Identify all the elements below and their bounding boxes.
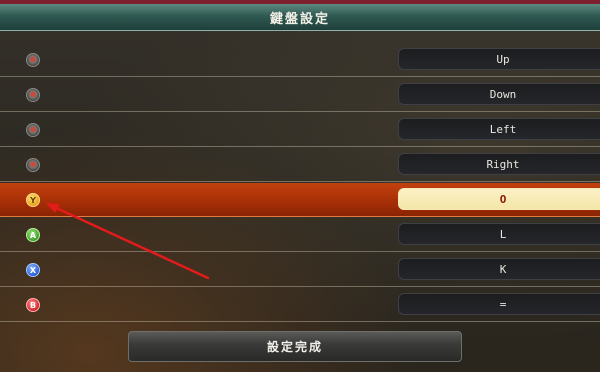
key-field[interactable]: L	[398, 223, 600, 245]
binding-row-y-selected[interactable]: Y O	[0, 183, 600, 217]
binding-row-b[interactable]: B =	[0, 288, 600, 322]
y-button-icon: Y	[26, 193, 40, 207]
binding-row-right[interactable]: Right	[0, 148, 600, 182]
dpad-right-icon	[26, 158, 40, 172]
binding-row-left[interactable]: Left	[0, 113, 600, 147]
binding-row-up[interactable]: Up	[0, 43, 600, 77]
key-field[interactable]: Left	[398, 118, 600, 140]
binding-row-down[interactable]: Down	[0, 78, 600, 112]
finish-settings-button[interactable]: 設定完成	[128, 331, 462, 362]
key-config-screen: 鍵盤設定 Up Down Left Right Y O A L X K B = …	[0, 0, 600, 372]
key-field[interactable]: =	[398, 293, 600, 315]
title-bar: 鍵盤設定	[0, 4, 600, 31]
key-field[interactable]: Right	[398, 153, 600, 175]
screen-title: 鍵盤設定	[269, 11, 330, 27]
key-field-active[interactable]: O	[398, 188, 600, 210]
key-field[interactable]: Up	[398, 48, 600, 70]
dpad-left-icon	[26, 123, 40, 137]
b-button-icon: B	[26, 298, 40, 312]
key-field[interactable]: Down	[398, 83, 600, 105]
dpad-down-icon	[26, 88, 40, 102]
x-button-icon: X	[26, 263, 40, 277]
a-button-icon: A	[26, 228, 40, 242]
key-field[interactable]: K	[398, 258, 600, 280]
binding-row-x[interactable]: X K	[0, 253, 600, 287]
dpad-up-icon	[26, 53, 40, 67]
binding-row-a[interactable]: A L	[0, 218, 600, 252]
